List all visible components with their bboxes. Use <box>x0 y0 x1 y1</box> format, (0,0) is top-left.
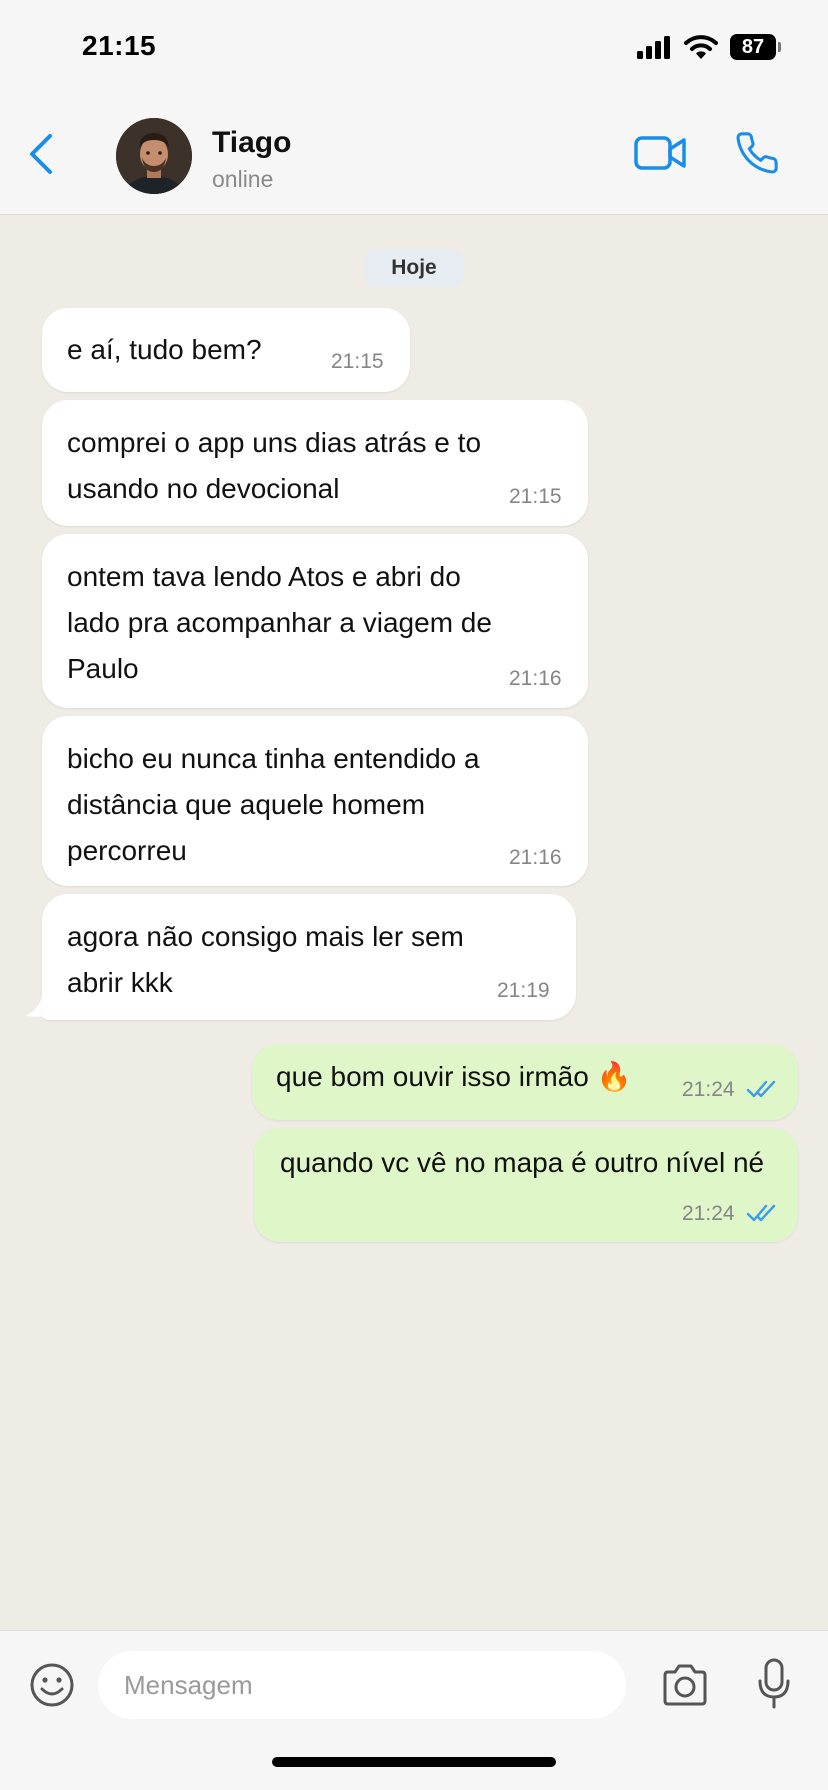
message-text: comprei o app uns dias atrás e to usando… <box>67 427 482 504</box>
status-bar: 21:15 87 <box>0 0 828 92</box>
message-bubble-incoming[interactable]: ontem tava lendo Atos e abri do lado pra… <box>42 534 588 708</box>
video-call-button[interactable] <box>634 132 688 174</box>
emoji-button[interactable] <box>28 1661 76 1709</box>
message-time: 21:16 <box>509 846 562 869</box>
message-bubble-incoming[interactable]: e aí, tudo bem? 21:15 <box>42 308 410 392</box>
battery-tip <box>778 42 781 52</box>
chevron-left-icon <box>30 134 52 174</box>
back-button[interactable] <box>26 132 58 176</box>
message-time: 21:16 <box>509 667 562 690</box>
smiley-icon <box>30 1663 74 1707</box>
wifi-icon <box>684 35 718 59</box>
contact-status: online <box>212 166 274 192</box>
message-time: 21:24 <box>682 1202 735 1225</box>
message-time: 21:24 <box>682 1078 735 1101</box>
read-receipt-icon <box>746 1204 776 1222</box>
message-bubble-incoming[interactable]: agora não consigo mais ler sem abrir kkk… <box>42 894 576 1020</box>
signal-icon <box>637 36 670 59</box>
phone-icon <box>736 132 778 174</box>
camera-button[interactable] <box>660 1663 710 1707</box>
message-text: e aí, tudo bem? <box>67 334 262 365</box>
message-input-bar <box>0 1630 828 1790</box>
message-time: 21:15 <box>509 485 562 508</box>
video-camera-icon <box>634 136 686 170</box>
message-text: agora não consigo mais ler sem abrir kkk <box>67 921 464 998</box>
message-text: que bom ouvir isso irmão 🔥 <box>276 1061 632 1092</box>
date-separator: Hoje <box>364 249 464 287</box>
home-indicator <box>272 1757 556 1767</box>
camera-icon <box>663 1664 707 1706</box>
avatar[interactable] <box>116 118 192 194</box>
battery-icon: 87 <box>730 34 781 60</box>
voice-call-button[interactable] <box>734 130 780 176</box>
message-time: 21:19 <box>497 979 550 1002</box>
chat-header: Tiago online <box>0 92 828 215</box>
battery-level: 87 <box>741 36 765 58</box>
contact-name[interactable]: Tiago <box>212 126 291 160</box>
message-bubble-incoming[interactable]: bicho eu nunca tinha entendido a distânc… <box>42 716 588 886</box>
microphone-icon <box>758 1658 790 1709</box>
status-time: 21:15 <box>82 30 157 61</box>
message-bubble-outgoing[interactable]: que bom ouvir isso irmão 🔥 21:24 <box>252 1044 798 1120</box>
status-icons: 87 <box>636 34 781 60</box>
message-text: quando vc vê no mapa é outro nível né <box>280 1147 765 1178</box>
read-receipt-icon <box>746 1080 776 1098</box>
message-bubble-incoming[interactable]: comprei o app uns dias atrás e to usando… <box>42 400 588 526</box>
message-input[interactable] <box>98 1651 626 1719</box>
message-text: ontem tava lendo Atos e abri do lado pra… <box>67 561 492 684</box>
contact-photo <box>116 118 192 194</box>
message-text: bicho eu nunca tinha entendido a distânc… <box>67 743 480 866</box>
microphone-button[interactable] <box>756 1657 792 1711</box>
message-bubble-outgoing[interactable]: quando vc vê no mapa é outro nível né 21… <box>254 1128 798 1242</box>
message-time: 21:15 <box>331 350 384 373</box>
